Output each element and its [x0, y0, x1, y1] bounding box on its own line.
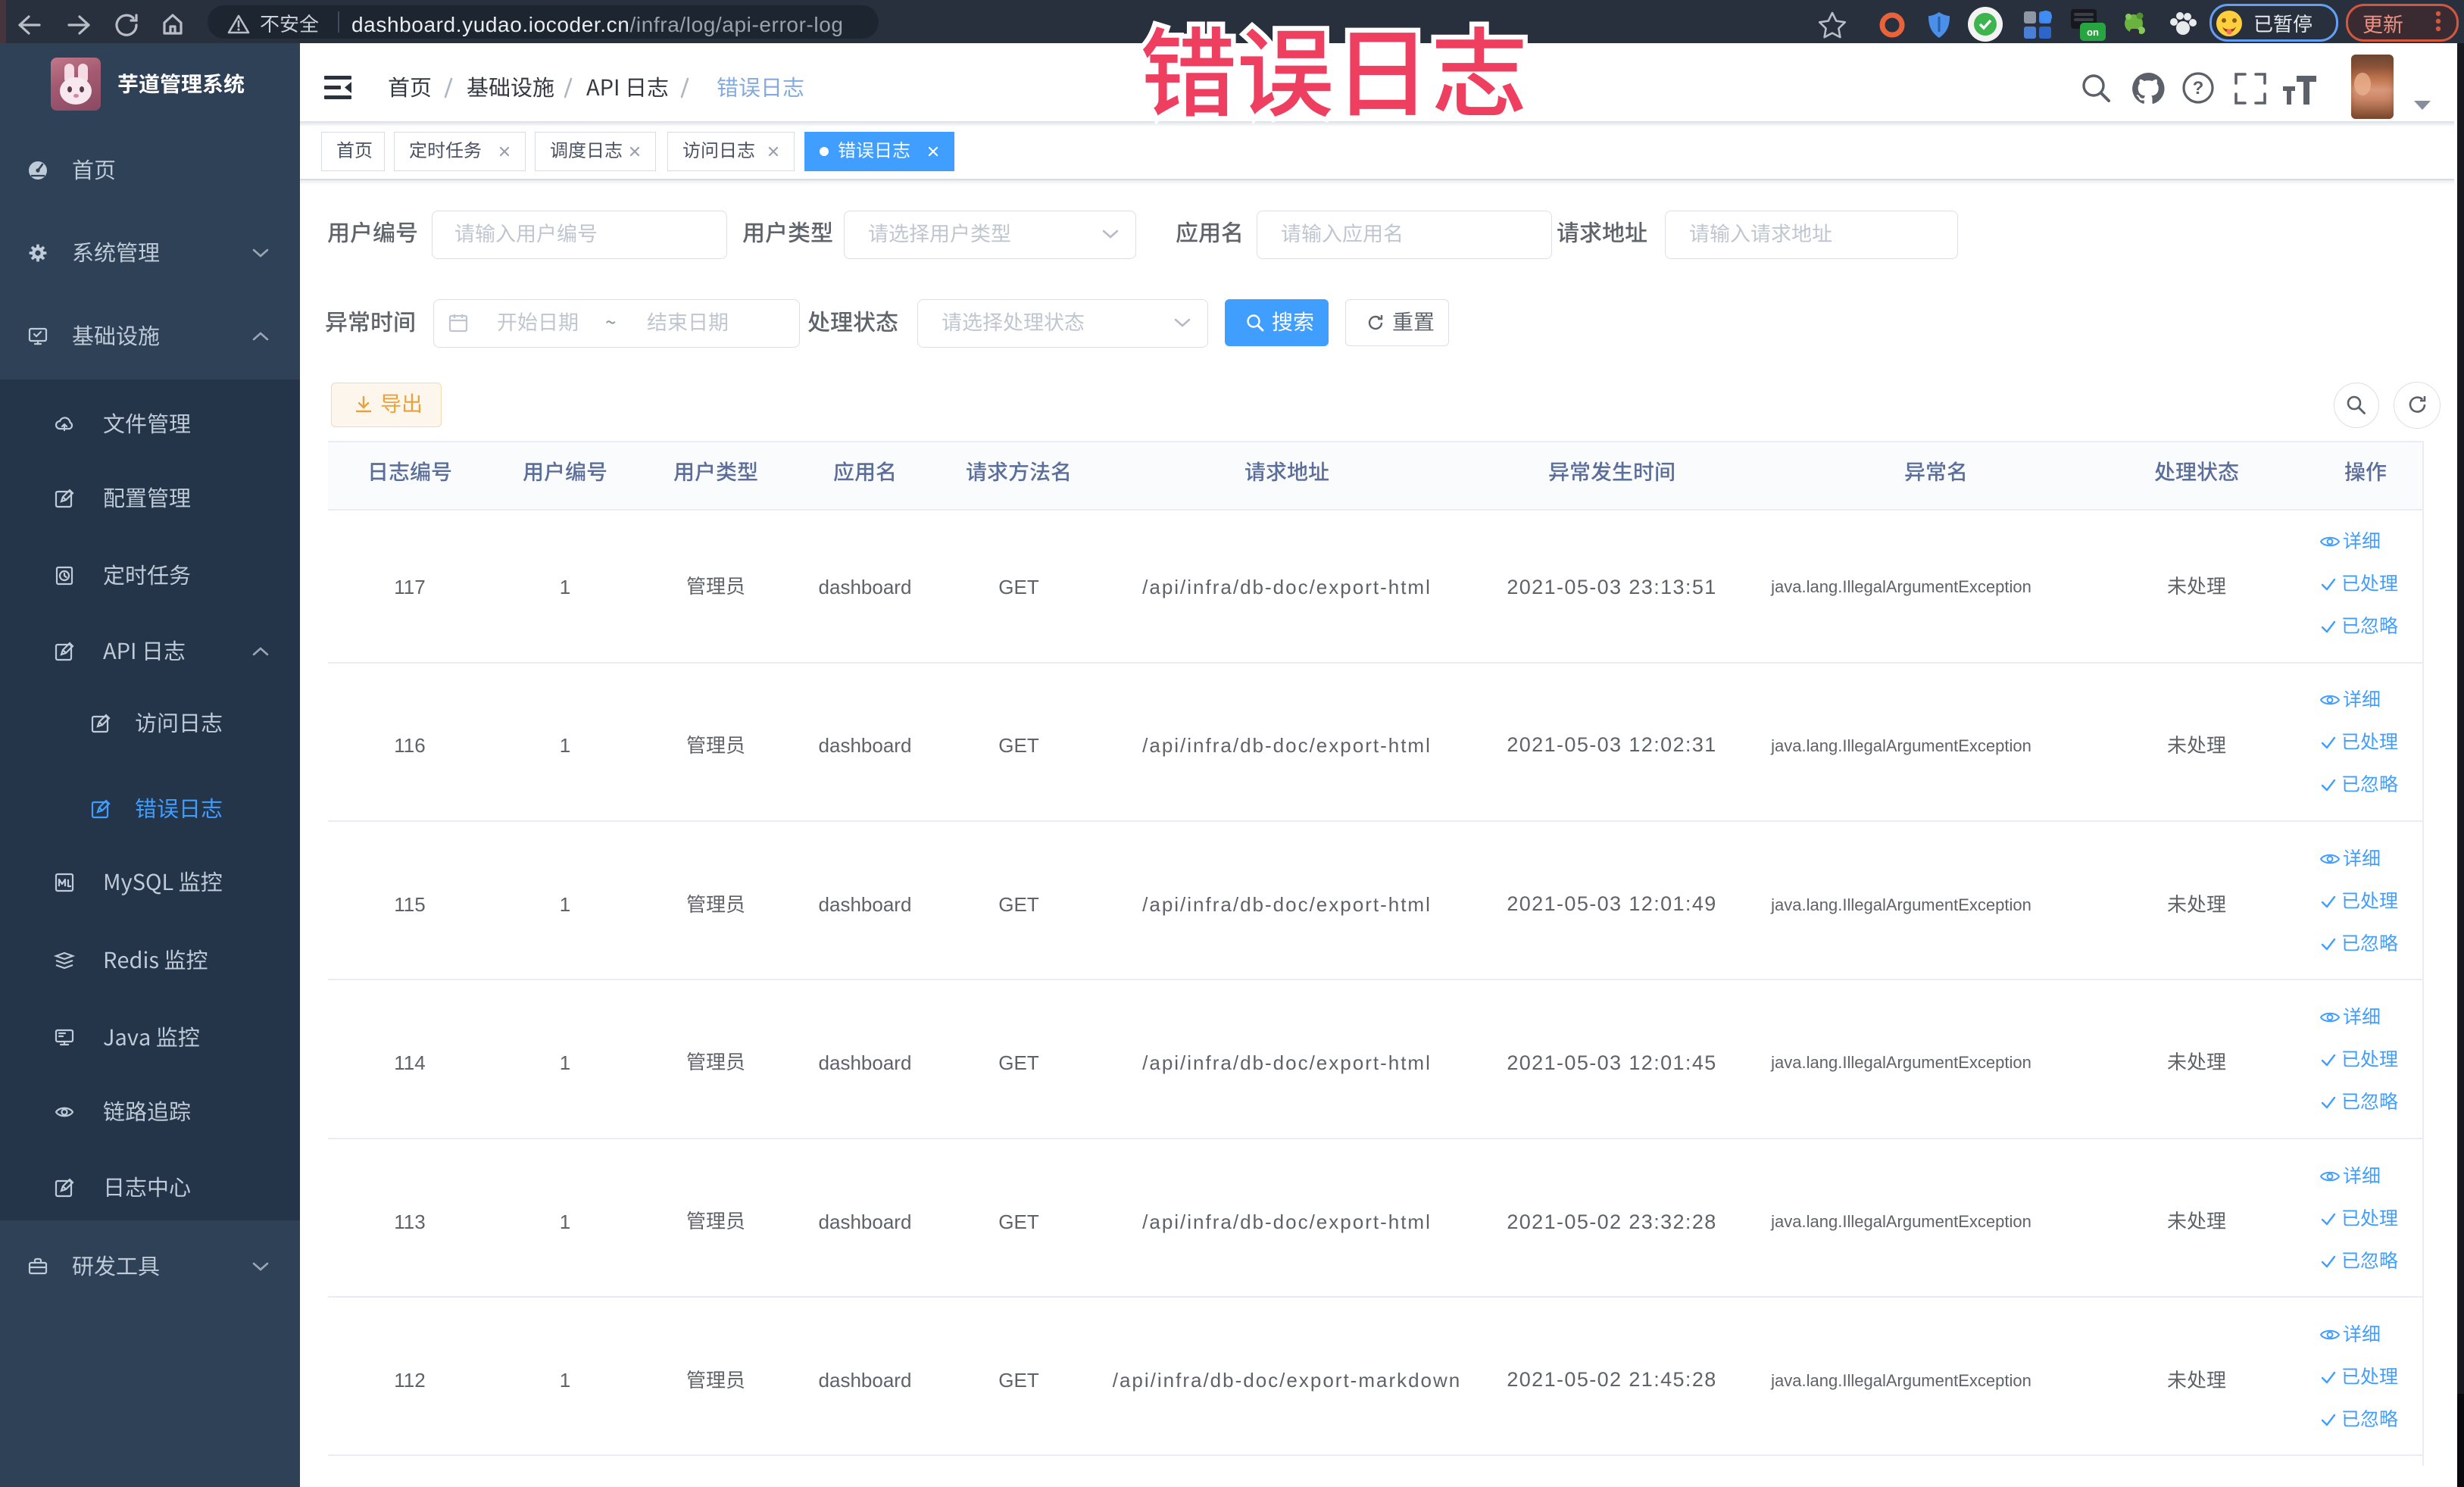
svg-text:?: ?: [2193, 78, 2204, 98]
svg-text:on: on: [2087, 27, 2099, 38]
